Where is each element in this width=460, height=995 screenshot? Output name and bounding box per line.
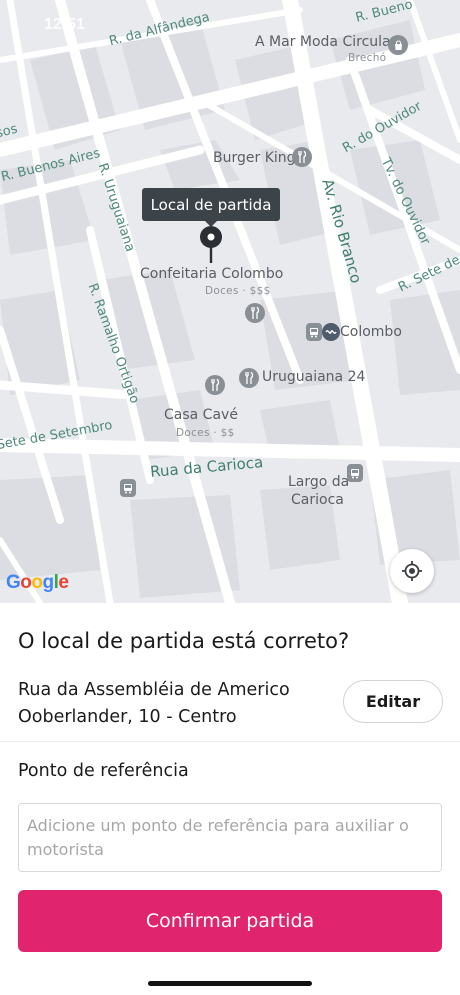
poi-a-mar-moda-category: Brechó [348, 52, 387, 64]
restaurant-icon[interactable] [205, 375, 225, 395]
locate-me-button[interactable] [390, 549, 434, 593]
poi-colombo-station[interactable]: Colombo [340, 324, 402, 340]
shopping-bag-icon[interactable] [388, 35, 408, 55]
reference-label: Ponto de referência [18, 761, 189, 781]
reference-input[interactable] [18, 803, 442, 872]
pickup-confirmation-sheet: O local de partida está correto? Rua da … [0, 603, 460, 995]
poi-casa-cave-category: Doces · $$ [176, 427, 235, 439]
poi-largo-carioca-line1[interactable]: Largo da [288, 474, 349, 490]
home-indicator [148, 981, 312, 986]
poi-a-mar-moda[interactable]: A Mar Moda Circular [255, 34, 396, 50]
address-line-1: Rua da Assembléia de Americo [18, 680, 290, 700]
restaurant-icon[interactable] [245, 303, 265, 323]
edit-button[interactable]: Editar [343, 680, 443, 723]
sheet-question: O local de partida está correto? [18, 629, 350, 653]
restaurant-icon[interactable] [239, 368, 259, 388]
status-time: 12:51 [44, 16, 85, 33]
poi-casa-cave[interactable]: Casa Cavé [164, 407, 238, 423]
confirm-pickup-button[interactable]: Confirmar partida [18, 890, 442, 952]
bus-icon[interactable] [347, 464, 363, 482]
bus-icon[interactable] [306, 323, 322, 341]
locate-me-icon [402, 561, 422, 581]
divider [0, 741, 460, 742]
poi-burger-king[interactable]: Burger King [213, 150, 296, 166]
address-line-2: Ooberlander, 10 - Centro [18, 707, 237, 727]
bus-icon[interactable] [120, 479, 136, 497]
restaurant-icon[interactable] [292, 147, 312, 167]
google-logo: Google [6, 572, 69, 593]
pin-icon[interactable] [197, 225, 225, 265]
poi-confeitaria-category: Doces · $$$ [205, 285, 271, 297]
poi-largo-carioca-line2[interactable]: Carioca [291, 492, 344, 508]
tram-icon[interactable] [322, 323, 340, 341]
poi-confeitaria-colombo[interactable]: Confeitaria Colombo [140, 266, 283, 282]
map-streets [0, 0, 460, 603]
map-view[interactable]: 12:51 R. da Alfândega R. Bueno sos R. Bu… [0, 0, 460, 603]
pickup-tooltip: Local de partida [142, 188, 280, 227]
poi-uruguaiana-24[interactable]: Uruguaiana 24 [262, 369, 365, 385]
pickup-address: Rua da Assembléia de Americo Ooberlander… [18, 677, 318, 731]
